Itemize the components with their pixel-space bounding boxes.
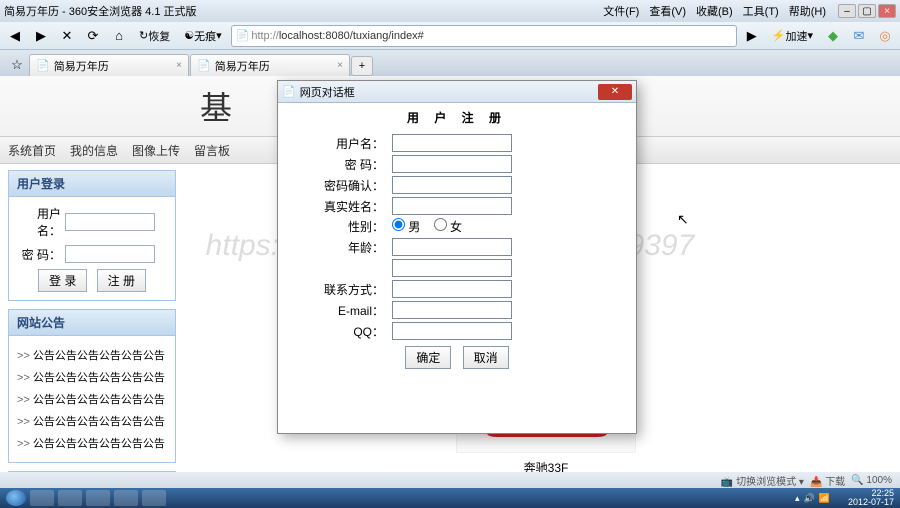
- announce-panel: 网站公告 公告公告公告公告公告公告 公告公告公告公告公告公告 公告公告公告公告公…: [8, 309, 176, 463]
- ext3-icon[interactable]: ◎: [874, 25, 896, 47]
- reg-confirm-input[interactable]: [392, 176, 512, 194]
- browser-status-bar: 📺 切换浏览模式 ▾ 📥 下载 🔍 100%: [0, 472, 900, 488]
- announce-item[interactable]: 公告公告公告公告公告公告: [17, 344, 167, 366]
- dialog-heading: 用 户 注 册: [278, 103, 636, 132]
- start-button[interactable]: [6, 490, 26, 506]
- close-icon[interactable]: ×: [878, 4, 896, 18]
- go-icon[interactable]: ▶: [741, 25, 763, 47]
- back-icon[interactable]: ◀: [4, 25, 26, 47]
- taskbar: ▴🔊📶 22:252012-07-17: [0, 488, 900, 508]
- task-app-2[interactable]: [58, 490, 82, 506]
- login-panel: 用户登录 用户名： 密 码： 登 录 注 册: [8, 170, 176, 301]
- reg-gender-female[interactable]: [434, 218, 447, 231]
- menu-help[interactable]: 帮助(H): [789, 3, 826, 19]
- reg-phone-input[interactable]: [392, 280, 512, 298]
- system-tray[interactable]: ▴🔊📶 22:252012-07-17: [795, 489, 894, 507]
- tab-1[interactable]: 📄 简易万年历 ×: [29, 54, 189, 76]
- new-tab-button[interactable]: +: [351, 56, 373, 76]
- announce-item[interactable]: 公告公告公告公告公告公告: [17, 366, 167, 388]
- nav-my[interactable]: 我的信息: [70, 142, 118, 159]
- reg-password-input[interactable]: [392, 155, 512, 173]
- restore-button[interactable]: ↻ 恢复: [134, 25, 175, 47]
- login-username-input[interactable]: [65, 213, 155, 231]
- task-app-5[interactable]: [142, 490, 166, 506]
- menu-tool[interactable]: 工具(T): [743, 3, 779, 19]
- register-button[interactable]: 注 册: [97, 269, 146, 292]
- nav-guestbook[interactable]: 留言板: [194, 142, 230, 159]
- reload-icon[interactable]: ⟳: [82, 25, 104, 47]
- dialog-cancel-button[interactable]: 取消: [463, 346, 509, 369]
- register-dialog: 📄 网页对话框 ✕ 用 户 注 册 用户名： 密 码： 密码确认： 真实姓名： …: [277, 80, 637, 434]
- announce-item[interactable]: 公告公告公告公告公告公告: [17, 410, 167, 432]
- stop-icon[interactable]: ✕: [56, 25, 78, 47]
- login-password-input[interactable]: [65, 245, 155, 263]
- address-bar[interactable]: 📄 http://localhost:8080/tuxiang/index#: [231, 25, 737, 47]
- reg-gender-male[interactable]: [392, 218, 405, 231]
- dialog-icon: 📄: [282, 85, 296, 98]
- reg-age-input[interactable]: [392, 238, 512, 256]
- speed-button[interactable]: ⚡加速 ▾: [767, 25, 818, 47]
- task-app-3[interactable]: [86, 490, 110, 506]
- title-bar: 简易万年历 - 360安全浏览器 4.1 正式版 文件(F) 查看(V) 收藏(…: [0, 0, 900, 22]
- tab-close-icon[interactable]: ×: [337, 60, 343, 71]
- menu-view[interactable]: 查看(V): [649, 3, 686, 19]
- announce-item[interactable]: 公告公告公告公告公告公告: [17, 432, 167, 454]
- reg-qq-input[interactable]: [392, 322, 512, 340]
- reg-realname-input[interactable]: [392, 197, 512, 215]
- browser-toolbar: ◀ ▶ ✕ ⟳ ⌂ ↻ 恢复 ☯ 无痕 ▾ 📄 http://localhost…: [0, 22, 900, 50]
- login-button[interactable]: 登 录: [38, 269, 87, 292]
- reg-email-input[interactable]: [392, 301, 512, 319]
- reg-username-input[interactable]: [392, 134, 512, 152]
- nav-home[interactable]: 系统首页: [8, 142, 56, 159]
- page-icon: 📄: [197, 59, 211, 72]
- task-app-4[interactable]: [114, 490, 138, 506]
- dialog-ok-button[interactable]: 确定: [405, 346, 451, 369]
- ext2-icon[interactable]: ✉: [848, 25, 870, 47]
- nav-upload[interactable]: 图像上传: [132, 142, 180, 159]
- minimize-icon[interactable]: –: [838, 4, 856, 18]
- tab-bar: ☆ 📄 简易万年历 × 📄 简易万年历 × +: [0, 50, 900, 76]
- forward-icon[interactable]: ▶: [30, 25, 52, 47]
- page-icon: 📄: [36, 59, 50, 72]
- reg-extra-input[interactable]: [392, 259, 512, 277]
- announce-item[interactable]: 公告公告公告公告公告公告: [17, 388, 167, 410]
- menu-fav[interactable]: 收藏(B): [696, 3, 733, 19]
- maximize-icon[interactable]: ▢: [858, 4, 876, 18]
- home-icon[interactable]: ⌂: [108, 25, 130, 47]
- window-title: 简易万年历 - 360安全浏览器 4.1 正式版: [4, 3, 197, 19]
- car-name: 奔驰33F: [456, 459, 636, 472]
- tab-close-icon[interactable]: ×: [176, 60, 182, 71]
- incognito-button[interactable]: ☯ 无痕 ▾: [179, 25, 226, 47]
- tab-2[interactable]: 📄 简易万年历 ×: [190, 54, 350, 76]
- login-panel-title: 用户登录: [9, 171, 175, 197]
- fav-star-icon[interactable]: ☆: [6, 54, 28, 76]
- ext1-icon[interactable]: ◆: [822, 25, 844, 47]
- dialog-title: 网页对话框: [300, 84, 355, 100]
- task-app-1[interactable]: [30, 490, 54, 506]
- dialog-close-icon[interactable]: ✕: [598, 84, 632, 100]
- menu-file[interactable]: 文件(F): [603, 3, 639, 19]
